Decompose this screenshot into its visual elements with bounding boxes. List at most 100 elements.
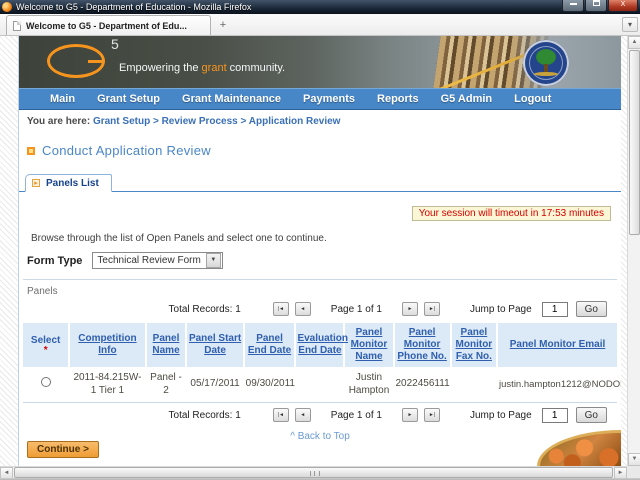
maximize-icon [593, 0, 600, 6]
total-records: Total Records: 1 [169, 304, 241, 315]
next-page-button[interactable]: ► [402, 408, 418, 422]
cell-select [23, 367, 69, 403]
sort-panel-monitor-email[interactable]: Panel Monitor Email [510, 339, 606, 350]
sort-panel-name[interactable]: Panel Name [152, 333, 179, 356]
tab-panels-list[interactable]: ▸ Panels List [25, 174, 112, 192]
cell-evaluation-end-date [295, 367, 344, 403]
firefox-icon [2, 2, 12, 12]
sort-panel-monitor-fax[interactable]: Panel Monitor Fax No. [456, 327, 493, 362]
nav-item-reports[interactable]: Reports [366, 93, 430, 105]
nav-item-payments[interactable]: Payments [292, 93, 366, 105]
total-records: Total Records: 1 [169, 410, 241, 421]
panels-section-label: Panels [27, 286, 621, 297]
tagline-pre: Empowering the [119, 62, 202, 74]
window-title: Welcome to G5 - Department of Education … [16, 2, 251, 12]
form-type-value: Technical Review Form [93, 255, 204, 266]
content-tabstrip: ▸ Panels List [19, 174, 621, 192]
col-panel-start-date: Panel Start Date [186, 323, 243, 367]
seal-base-icon [534, 72, 558, 76]
cell-competition-info: 2011-84.215W-1 Tier 1 [69, 367, 145, 403]
g5-logo-g-icon [47, 44, 105, 78]
jump-to-page-input[interactable] [542, 408, 568, 423]
instructions-text: Browse through the list of Open Panels a… [31, 233, 621, 244]
form-type-select[interactable]: Technical Review Form ▼ [92, 252, 222, 269]
breadcrumb-prefix: You are here: [27, 116, 90, 127]
breadcrumb-path[interactable]: Grant Setup > Review Process > Applicati… [93, 116, 341, 127]
required-asterisk: * [24, 347, 67, 355]
panel-select-radio[interactable] [41, 377, 51, 387]
maximize-button[interactable] [585, 0, 607, 12]
vertical-scrollbar[interactable]: ▲ ▼ [627, 36, 640, 466]
cell-panel-end-date: 09/30/2011 [244, 367, 296, 403]
panels-table: Select* Competition Info Panel Name Pane… [23, 323, 617, 403]
banner-tagline: Empowering the grant community. [119, 62, 285, 74]
prev-page-button[interactable]: ◄ [295, 408, 311, 422]
browser-viewport: 5 Empowering the grant community. Main G… [0, 36, 640, 466]
window-controls: X [561, 0, 638, 12]
nav-item-g5-admin[interactable]: G5 Admin [430, 93, 504, 105]
minimize-button[interactable] [562, 0, 584, 12]
browser-tab-title: Welcome to G5 - Department of Edu... [26, 21, 187, 31]
sort-panel-monitor-phone[interactable]: Panel Monitor Phone No. [397, 327, 446, 362]
form-type-row: Form Type Technical Review Form ▼ [27, 252, 621, 269]
close-button[interactable]: X [608, 0, 638, 12]
jump-to-page-label: Jump to Page [470, 410, 532, 421]
scroll-up-button[interactable]: ▲ [628, 36, 640, 49]
new-tab-button[interactable]: + [213, 17, 233, 33]
pagination-top: Total Records: 1 |◄ ◄ Page 1 of 1 ► ►| J… [19, 301, 607, 317]
minimize-icon [570, 3, 577, 5]
col-panel-name: Panel Name [146, 323, 187, 367]
chevron-down-icon[interactable]: ▼ [206, 253, 221, 268]
sort-panel-end-date[interactable]: Panel End Date [248, 333, 291, 356]
vertical-scroll-thumb[interactable] [629, 50, 640, 235]
jump-to-page-label: Jump to Page [470, 304, 532, 315]
prev-page-button[interactable]: ◄ [295, 302, 311, 316]
tab-list-button[interactable]: ▾ [622, 17, 638, 32]
session-row: Your session will timeout in 17:53 minut… [19, 206, 611, 221]
seal-tree-icon [536, 49, 556, 65]
panels-tab-icon: ▸ [32, 179, 40, 187]
horizontal-scrollbar[interactable]: ◄ ► [0, 466, 627, 478]
breadcrumb: You are here: Grant Setup > Review Proce… [19, 110, 621, 131]
sort-panel-start-date[interactable]: Panel Start Date [189, 333, 241, 356]
col-panel-monitor-name: Panel Monitor Name [344, 323, 393, 367]
nav-item-grant-maintenance[interactable]: Grant Maintenance [171, 93, 292, 105]
last-page-button[interactable]: ►| [424, 302, 440, 316]
cell-panel-start-date: 05/17/2011 [186, 367, 243, 403]
table-header-row: Select* Competition Info Panel Name Pane… [23, 323, 617, 367]
scroll-down-button[interactable]: ▼ [628, 453, 640, 466]
bullet-icon [27, 147, 35, 155]
page-icon [13, 21, 21, 31]
go-button[interactable]: Go [576, 301, 607, 317]
department-of-education-seal [523, 40, 569, 86]
browser-tabbar: Welcome to G5 - Department of Edu... + ▾ [0, 14, 640, 36]
last-page-button[interactable]: ►| [424, 408, 440, 422]
page-indicator: Page 1 of 1 [331, 304, 382, 315]
cell-panel-monitor-name: Justin Hampton [344, 367, 393, 403]
first-page-button[interactable]: |◄ [273, 302, 289, 316]
next-page-button[interactable]: ► [402, 302, 418, 316]
horizontal-scroll-thumb[interactable] [14, 467, 613, 478]
nav-item-logout[interactable]: Logout [503, 93, 562, 105]
session-timeout-message: Your session will timeout in 17:53 minut… [412, 206, 611, 221]
g5-logo-5: 5 [111, 36, 119, 52]
cell-panel-monitor-phone: 2022456111 [394, 367, 451, 403]
first-page-button[interactable]: |◄ [273, 408, 289, 422]
jump-to-page-input[interactable] [542, 302, 568, 317]
nav-item-main[interactable]: Main [39, 93, 86, 105]
sort-competition-info[interactable]: Competition Info [78, 333, 136, 356]
back-to-top-row: ^ Back to Top [19, 426, 621, 444]
scrollbar-corner [627, 466, 640, 478]
go-button[interactable]: Go [576, 407, 607, 423]
seal-trunk-icon [544, 64, 548, 72]
col-panel-monitor-fax: Panel Monitor Fax No. [451, 323, 497, 367]
browser-tab[interactable]: Welcome to G5 - Department of Edu... [6, 15, 211, 35]
tagline-highlight: grant [202, 62, 227, 74]
web-page: 5 Empowering the grant community. Main G… [18, 36, 621, 466]
sort-panel-monitor-name[interactable]: Panel Monitor Name [351, 327, 388, 362]
sort-evaluation-end-date[interactable]: Evaluation End Date [297, 333, 348, 356]
col-panel-monitor-phone: Panel Monitor Phone No. [394, 323, 451, 367]
pagination-bottom: Total Records: 1 |◄ ◄ Page 1 of 1 ► ►| J… [19, 407, 607, 423]
back-to-top-link[interactable]: ^ Back to Top [290, 431, 350, 442]
nav-item-grant-setup[interactable]: Grant Setup [86, 93, 171, 105]
